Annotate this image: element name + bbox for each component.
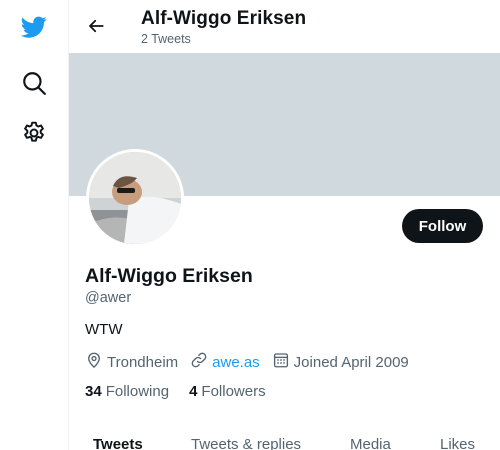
profile-meta: Trondheim awe.as Joined April 2009 <box>85 351 421 373</box>
profile-tabs: Tweets Tweets & replies Media Likes <box>69 430 500 450</box>
location-pin-icon <box>85 351 107 373</box>
twitter-bird-icon[interactable] <box>18 11 50 43</box>
followers-stat[interactable]: 4 Followers <box>189 383 266 400</box>
following-count: 34 <box>85 383 102 400</box>
calendar-icon <box>272 351 294 373</box>
tab-tweets-replies[interactable]: Tweets & replies <box>191 436 301 450</box>
website-item[interactable]: awe.as <box>190 351 260 373</box>
location-text: Trondheim <box>107 353 179 371</box>
profile-name: Alf-Wiggo Eriksen <box>85 265 253 287</box>
followers-count: 4 <box>189 383 198 400</box>
website-link[interactable]: awe.as <box>212 354 260 371</box>
profile-bio: WTW <box>85 321 123 338</box>
followers-label: Followers <box>201 383 266 400</box>
profile-main: Alf-Wiggo Eriksen 2 Tweets Follow Alf-Wi… <box>69 0 500 450</box>
header-profile-name: Alf-Wiggo Eriksen <box>141 8 307 29</box>
left-nav <box>0 0 69 450</box>
location-item: Trondheim <box>85 351 178 373</box>
follow-button[interactable]: Follow <box>402 209 483 243</box>
tab-tweets[interactable]: Tweets <box>93 436 143 450</box>
follow-stats: 34 Following 4 Followers <box>85 383 286 400</box>
avatar[interactable] <box>86 149 184 247</box>
following-stat[interactable]: 34 Following <box>85 383 169 400</box>
following-label: Following <box>105 383 170 400</box>
joined-item: Joined April 2009 <box>272 351 409 373</box>
back-arrow-icon[interactable] <box>83 12 109 40</box>
tab-media[interactable]: Media <box>350 436 391 450</box>
search-icon[interactable] <box>18 67 50 99</box>
header-tweet-count: 2 Tweets <box>141 32 191 46</box>
profile-header-bar: Alf-Wiggo Eriksen 2 Tweets <box>69 0 500 53</box>
joined-text: Joined April 2009 <box>293 353 409 371</box>
tab-likes[interactable]: Likes <box>440 436 475 450</box>
settings-gear-icon[interactable] <box>18 117 50 149</box>
profile-handle: @awer <box>85 290 132 306</box>
link-icon <box>190 351 212 373</box>
